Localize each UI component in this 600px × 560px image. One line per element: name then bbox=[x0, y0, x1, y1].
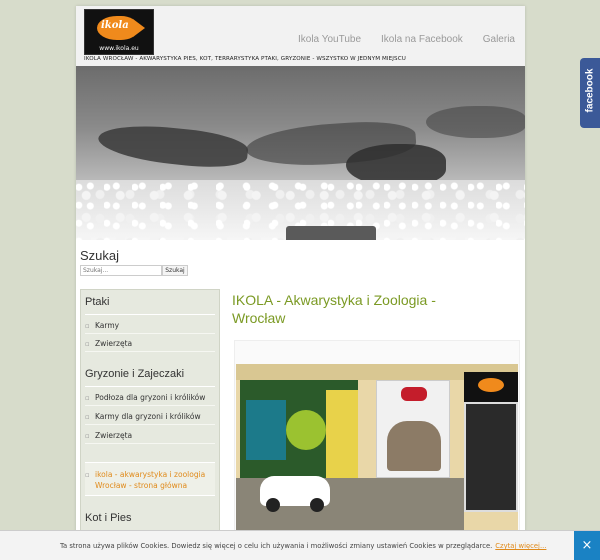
photo-scooter-wheel bbox=[310, 498, 324, 512]
sidebar-item-rodent-animals[interactable]: ▫ Zwierzęta bbox=[85, 428, 215, 444]
nav-gallery-link[interactable]: Galeria bbox=[483, 34, 515, 45]
sidebar-heading-rodents: Gryzonie i Zajeczaki bbox=[85, 368, 185, 380]
bullet-icon: ▫ bbox=[85, 321, 90, 330]
site-tagline: IKOLA WROCŁAW - AKWARYSTYKA PIES, KOT, T… bbox=[84, 56, 406, 62]
sidebar-home-row: ▫ ikola - akwarystyka i zoologia Wrocław… bbox=[85, 469, 213, 491]
photo-window-center bbox=[376, 380, 450, 478]
banner-fish-1 bbox=[96, 120, 250, 172]
nav-facebook-link[interactable]: Ikola na Facebook bbox=[381, 34, 463, 45]
sidebar-divider bbox=[85, 314, 215, 315]
photo-poster-fish bbox=[246, 400, 286, 460]
storefront-photo bbox=[236, 364, 518, 530]
banner-slider-tab[interactable] bbox=[286, 226, 376, 240]
bullet-icon: ▫ bbox=[85, 471, 90, 479]
photo-poster-lizard bbox=[286, 410, 326, 450]
site-logo[interactable]: ikola www.ikola.eu bbox=[84, 9, 154, 55]
cookie-bar: Ta strona używa plików Cookies. Dowiedz … bbox=[0, 530, 600, 560]
search-button[interactable]: Szukaj bbox=[162, 265, 188, 276]
facebook-side-tab[interactable]: facebook bbox=[580, 58, 600, 128]
logo-url: www.ikola.eu bbox=[99, 45, 139, 52]
bullet-icon: ▫ bbox=[85, 431, 90, 440]
cookie-text-row: Ta strona używa plików Cookies. Dowiedz … bbox=[60, 542, 546, 550]
fish-tail-icon bbox=[133, 19, 145, 37]
search-heading: Szukaj bbox=[80, 248, 120, 263]
hero-banner bbox=[76, 66, 525, 240]
nav-youtube-link[interactable]: Ikola YouTube bbox=[298, 34, 361, 45]
photo-poster-tropical bbox=[326, 390, 358, 478]
sidebar: Ptaki ▫ Karmy ▫ Zwierzęta Gryzonie i Zaj… bbox=[80, 289, 220, 560]
photo-shop-sign bbox=[464, 372, 518, 402]
top-nav: Ikola YouTube Ikola na Facebook Galeria bbox=[298, 34, 515, 45]
photo-window-left bbox=[240, 380, 358, 478]
photo-scooter-wheel bbox=[266, 498, 280, 512]
cookie-close-button[interactable]: × bbox=[574, 531, 600, 560]
photo-royal-canin-logo bbox=[401, 387, 427, 401]
sidebar-item-label: Karmy dla gryzoni i królików bbox=[95, 412, 201, 421]
bullet-icon: ▫ bbox=[85, 339, 90, 348]
sidebar-item-bird-animals[interactable]: ▫ Zwierzęta bbox=[85, 336, 215, 352]
bullet-icon: ▫ bbox=[85, 393, 90, 402]
sidebar-item-label: Zwierzęta bbox=[95, 431, 133, 440]
sidebar-item-label: Podłoza dla gryzoni i królików bbox=[95, 393, 206, 402]
sidebar-item-rodent-bedding[interactable]: ▫ Podłoza dla gryzoni i królików bbox=[85, 390, 215, 406]
photo-dog-cat bbox=[387, 421, 441, 471]
cookie-message: Ta strona używa plików Cookies. Dowiedz … bbox=[60, 542, 493, 550]
header: ikola www.ikola.eu Ikola YouTube Ikola n… bbox=[76, 6, 525, 66]
page-title: IKOLA - Akwarystyka i Zoologia - Wrocław bbox=[232, 292, 436, 326]
sidebar-heading-birds: Ptaki bbox=[85, 296, 110, 308]
sidebar-heading-cat-dog: Kot i Pies bbox=[85, 512, 132, 524]
sidebar-item-label: Zwierzęta bbox=[95, 339, 133, 348]
sidebar-item-home[interactable]: ▫ ikola - akwarystyka i zoologia Wrocław… bbox=[85, 462, 215, 496]
page-container: ikola www.ikola.eu Ikola YouTube Ikola n… bbox=[76, 6, 525, 560]
banner-fish-4 bbox=[426, 106, 525, 138]
sidebar-home-label: ikola - akwarystyka i zoologia Wrocław -… bbox=[95, 470, 206, 490]
logo-wordmark: ikola bbox=[101, 20, 129, 31]
sidebar-item-bird-food[interactable]: ▫ Karmy bbox=[85, 318, 215, 334]
photo-sign-fish bbox=[478, 378, 504, 392]
photo-door bbox=[464, 402, 518, 512]
sidebar-divider bbox=[85, 386, 215, 387]
facebook-tab-label: facebook bbox=[584, 68, 596, 113]
bullet-icon: ▫ bbox=[85, 412, 90, 421]
cookie-read-more-link[interactable]: Czytaj więcej... bbox=[495, 542, 546, 550]
sidebar-item-label: Karmy bbox=[95, 321, 120, 330]
sidebar-item-rodent-food[interactable]: ▫ Karmy dla gryzoni i królików bbox=[85, 409, 215, 425]
search-input[interactable] bbox=[80, 265, 162, 276]
